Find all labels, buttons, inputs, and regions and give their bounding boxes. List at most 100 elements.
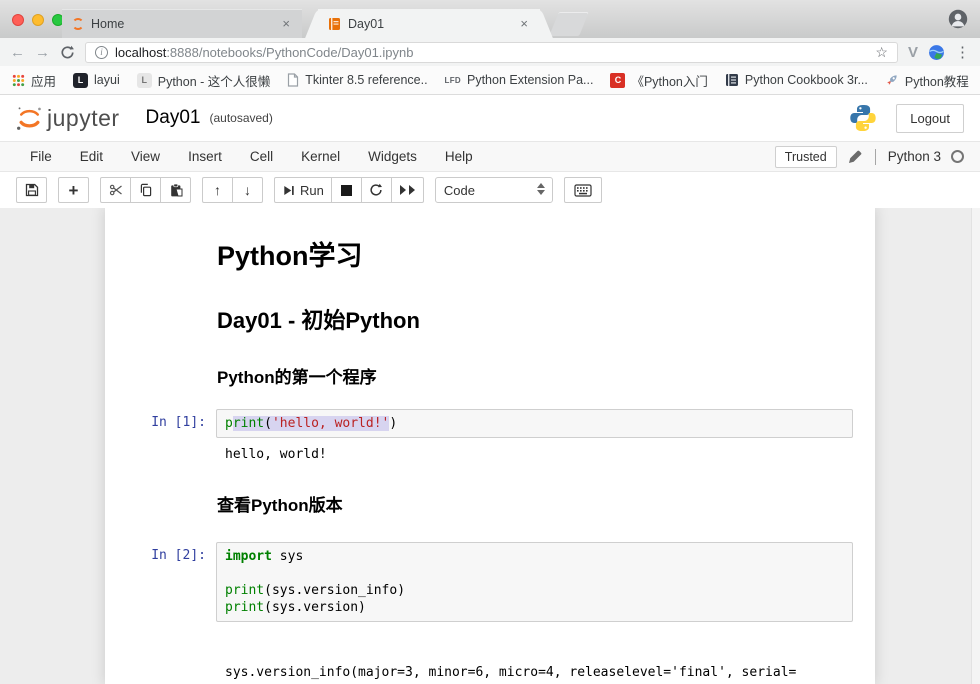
code-input-area[interactable]: print('hello, world!') bbox=[216, 409, 853, 438]
omnibox-row: ← → i localhost:8888/notebooks/PythonCod… bbox=[0, 38, 980, 66]
stop-icon bbox=[341, 185, 352, 196]
notebook-site: Python学习 Day01 - 初始Python Python的第一个程序 I… bbox=[0, 208, 980, 684]
move-cell-down-button[interactable]: ↓ bbox=[232, 177, 263, 203]
markdown-cell-version[interactable]: 查看Python版本 bbox=[105, 473, 875, 532]
bookmark-cookbook[interactable]: Python Cookbook 3r... bbox=[725, 73, 868, 87]
output-text: hello, world! bbox=[216, 446, 853, 463]
new-tab-button[interactable] bbox=[549, 12, 589, 36]
bookmark-python-tutorial[interactable]: Python教程 bbox=[885, 71, 969, 90]
cut-cell-button[interactable] bbox=[100, 177, 131, 203]
jupyter-spinner-favicon bbox=[72, 18, 84, 30]
letter-l-icon: L bbox=[137, 73, 152, 88]
bookmark-label: layui bbox=[94, 73, 120, 87]
browser-menu-icon[interactable]: ⋮ bbox=[955, 43, 970, 61]
tab-home[interactable]: Home × bbox=[62, 9, 302, 38]
dark-book-icon bbox=[725, 73, 739, 87]
code-input-area[interactable]: import sys print(sys.version_info) print… bbox=[216, 542, 853, 622]
url-host: localhost bbox=[115, 45, 166, 60]
menu-view[interactable]: View bbox=[117, 149, 174, 164]
layui-icon: L bbox=[73, 73, 88, 88]
output-area-1: hello, world! bbox=[105, 442, 875, 473]
interrupt-kernel-button[interactable] bbox=[331, 177, 362, 203]
code-text: 'hello, world!' bbox=[272, 416, 389, 431]
fast-forward-icon bbox=[399, 184, 416, 196]
code-line: print(sys.version) bbox=[225, 599, 844, 616]
menu-widgets[interactable]: Widgets bbox=[354, 149, 431, 164]
browser-profile-button[interactable] bbox=[948, 9, 968, 29]
save-button[interactable] bbox=[16, 177, 47, 203]
bookmark-star-icon[interactable]: ☆ bbox=[875, 44, 888, 61]
input-prompt: In [1]: bbox=[120, 409, 216, 430]
code-text: p bbox=[225, 416, 233, 431]
page-info-icon[interactable]: i bbox=[95, 46, 108, 59]
trusted-button[interactable]: Trusted bbox=[775, 146, 837, 168]
forward-icon[interactable]: → bbox=[35, 45, 50, 60]
menu-insert[interactable]: Insert bbox=[174, 149, 236, 164]
add-cell-button[interactable]: + bbox=[58, 177, 89, 203]
tab-day01-close-icon[interactable]: × bbox=[518, 16, 530, 31]
move-cell-up-button[interactable]: ↑ bbox=[202, 177, 233, 203]
heading-day01: Day01 - 初始Python bbox=[217, 303, 853, 335]
markdown-cell-day01[interactable]: Day01 - 初始Python bbox=[105, 293, 875, 353]
cell-type-select[interactable]: Code bbox=[435, 177, 553, 203]
tab-day01[interactable]: Day01 × bbox=[318, 9, 540, 38]
mac-close-button[interactable] bbox=[12, 14, 24, 26]
cell-type-value: Code bbox=[444, 183, 475, 198]
restart-run-all-button[interactable] bbox=[391, 177, 424, 203]
restart-kernel-button[interactable] bbox=[361, 177, 392, 203]
markdown-cell-first-program[interactable]: Python的第一个程序 bbox=[105, 353, 875, 404]
output-line: sys.version_info(major=3, minor=6, micro… bbox=[225, 664, 853, 681]
bookmark-label: Python教程 bbox=[905, 71, 969, 90]
python-logo-icon bbox=[848, 103, 878, 133]
jupyter-logo[interactable]: jupyter bbox=[16, 105, 120, 132]
mac-minimize-button[interactable] bbox=[32, 14, 44, 26]
code-line bbox=[225, 565, 844, 582]
bookmark-label: Tkinter 8.5 reference.. bbox=[305, 73, 427, 87]
output-prompt-spacer bbox=[120, 446, 216, 463]
copy-icon bbox=[139, 183, 153, 197]
code-line: print(sys.version_info) bbox=[225, 582, 844, 599]
code-text: import bbox=[225, 549, 272, 564]
edit-title-pencil-icon[interactable] bbox=[847, 149, 863, 165]
notebook-title[interactable]: Day01 bbox=[146, 107, 201, 129]
code-cell-2: In [2]: import sys print(sys.version_inf… bbox=[105, 532, 875, 626]
menu-edit[interactable]: Edit bbox=[66, 149, 117, 164]
bookmark-label: 应用 bbox=[31, 71, 56, 90]
bookmark-label: Python Extension Pa... bbox=[467, 73, 593, 87]
menu-help[interactable]: Help bbox=[431, 149, 487, 164]
heading-check-version: 查看Python版本 bbox=[217, 491, 853, 516]
bookmark-layui[interactable]: L layui bbox=[73, 73, 120, 88]
tab-home-label: Home bbox=[91, 17, 273, 31]
bookmark-tkinter[interactable]: Tkinter 8.5 reference.. bbox=[287, 73, 427, 87]
code-text: rint bbox=[233, 416, 264, 431]
copy-cell-button[interactable] bbox=[130, 177, 161, 203]
extension-v-icon[interactable]: V bbox=[908, 44, 918, 61]
bookmark-python-intro[interactable]: C 《Python入门 bbox=[610, 71, 707, 90]
globe-extension-icon[interactable] bbox=[928, 44, 945, 61]
back-icon[interactable]: ← bbox=[10, 45, 25, 60]
run-cell-button[interactable]: Run bbox=[274, 177, 332, 203]
arrow-down-icon: ↓ bbox=[244, 183, 251, 197]
autosave-status: (autosaved) bbox=[209, 111, 272, 125]
reload-icon[interactable] bbox=[60, 45, 75, 60]
tab-home-close-icon[interactable]: × bbox=[280, 16, 292, 31]
tab-strip: Home × Day01 × bbox=[62, 9, 584, 38]
menu-file[interactable]: File bbox=[16, 149, 66, 164]
page-scrollbar[interactable] bbox=[971, 208, 980, 684]
text-selection: rint('hello, world!' bbox=[233, 416, 390, 431]
markdown-cell-title[interactable]: Python学习 bbox=[105, 222, 875, 293]
bookmark-python-extension[interactable]: LFD Python Extension Pa... bbox=[445, 73, 594, 87]
bookmark-apps[interactable]: 应用 bbox=[12, 71, 56, 90]
paste-cell-button[interactable] bbox=[160, 177, 191, 203]
arrow-up-icon: ↑ bbox=[214, 183, 221, 197]
output-prompt-spacer bbox=[120, 630, 216, 684]
plus-icon: + bbox=[69, 182, 79, 199]
jupyter-logo-icon bbox=[16, 105, 43, 132]
url-field[interactable]: i localhost:8888/notebooks/PythonCode/Da… bbox=[85, 42, 898, 63]
page-icon bbox=[287, 73, 299, 87]
menu-kernel[interactable]: Kernel bbox=[287, 149, 354, 164]
command-palette-button[interactable] bbox=[564, 177, 602, 203]
menu-cell[interactable]: Cell bbox=[236, 149, 287, 164]
logout-button[interactable]: Logout bbox=[896, 104, 964, 133]
bookmark-python-blog[interactable]: L Python - 这个人很懒 bbox=[137, 71, 271, 90]
